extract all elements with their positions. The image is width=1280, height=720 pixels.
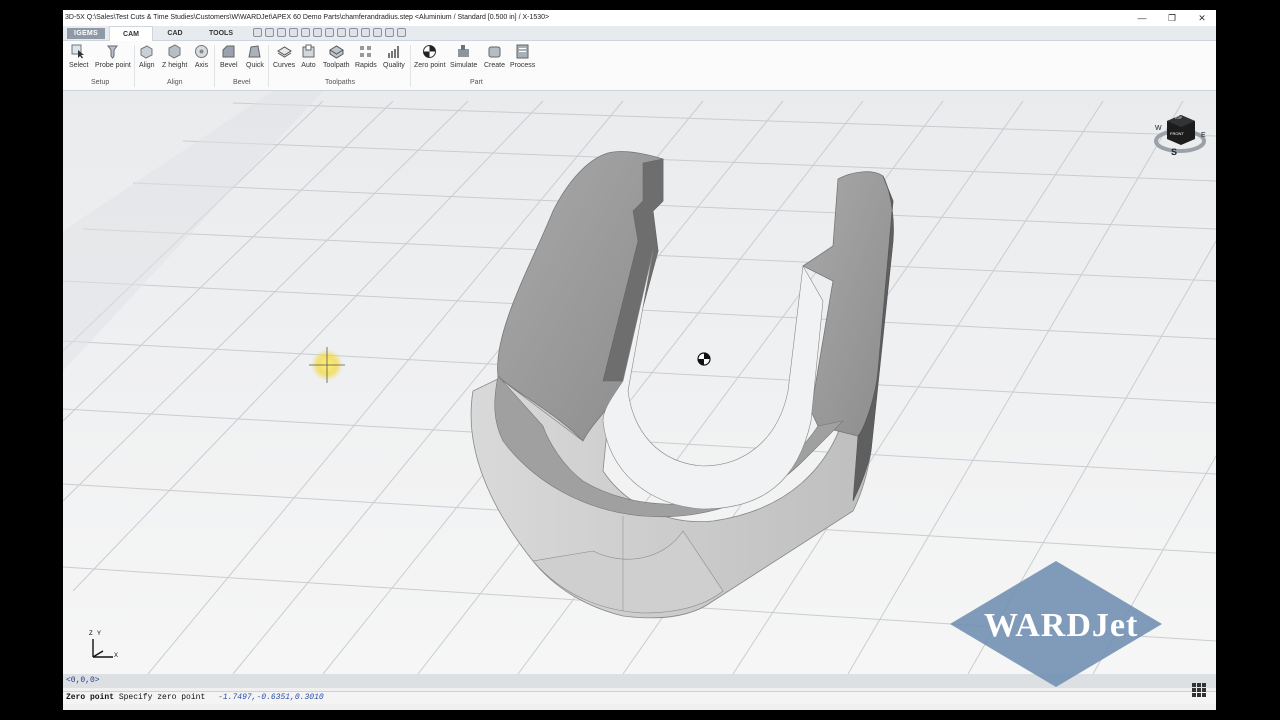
process-button[interactable]: Process — [510, 44, 535, 69]
toolpath-icon — [329, 44, 344, 59]
title-bar: 3D-5X Q:\Sales\Test Cuts & Time Studies\… — [63, 10, 1216, 26]
rapids-icon — [358, 44, 373, 59]
qat-measure-icon[interactable] — [349, 28, 358, 37]
auto-toolpath-icon — [301, 44, 316, 59]
quick-bevel-icon — [247, 44, 262, 59]
qat-view-front-icon[interactable] — [277, 28, 286, 37]
qat-redo-icon[interactable] — [397, 28, 406, 37]
axis-icon — [194, 44, 209, 59]
axis-y-label: Y — [97, 631, 102, 637]
ribbon-panel: Select Probe point Setup Align Z height — [63, 41, 1216, 91]
curves-icon — [276, 44, 292, 59]
command-line[interactable]: Zero point Specify zero point -1.7497,-0… — [63, 691, 1216, 704]
quality-icon — [386, 44, 401, 59]
command-coords: -1.7497,-0.6351,0.3010 — [218, 693, 324, 702]
auto-toolpath-button[interactable]: Auto — [301, 44, 316, 69]
probe-point-icon — [105, 44, 120, 59]
view-cube-front-label: FRONT — [1170, 131, 1184, 136]
rapids-button[interactable]: Rapids — [355, 44, 377, 69]
zero-point-marker — [697, 352, 711, 366]
qat-view-side-icon[interactable] — [289, 28, 298, 37]
igems-logo: IGEMS — [67, 28, 105, 39]
view-cube-west-label: W — [1155, 125, 1162, 132]
view-cube-south-label: S — [1171, 147, 1178, 157]
zero-point-button[interactable]: Zero point — [414, 44, 446, 69]
qat-zoom-icon[interactable] — [301, 28, 310, 37]
wardjet-brand-text: WARDJet — [984, 607, 1139, 644]
axis-triad: Z Y X — [85, 631, 125, 665]
probe-point-button[interactable]: Probe point — [95, 44, 131, 69]
ribbon-tab-row: IGEMS CAM CAD TOOLS — [63, 26, 1216, 42]
quick-access-toolbar — [253, 28, 406, 37]
group-label-align: Align — [167, 79, 183, 86]
group-label-toolpaths: Toolpaths — [325, 79, 355, 86]
select-button[interactable]: Select — [69, 44, 88, 69]
qat-undo-icon[interactable] — [325, 28, 334, 37]
tab-tools[interactable]: TOOLS — [197, 26, 245, 41]
wardjet-watermark-logo: WARDJet — [950, 561, 1162, 687]
quick-bevel-button[interactable]: Quick — [246, 44, 264, 69]
align-button[interactable]: Align — [139, 44, 155, 69]
qat-back-icon[interactable] — [385, 28, 394, 37]
group-label-bevel: Bevel — [233, 79, 251, 86]
qat-export-icon[interactable] — [361, 28, 370, 37]
bevel-button[interactable]: Bevel — [220, 44, 238, 69]
command-prompt: Specify zero point — [118, 693, 206, 702]
select-cursor-icon — [71, 44, 86, 59]
axis-x-label: X — [114, 653, 119, 659]
close-button[interactable]: ✕ — [1196, 10, 1208, 26]
restore-button[interactable]: ❐ — [1166, 10, 1178, 26]
grid-snap-icon[interactable] — [1192, 683, 1206, 697]
view-cube-east-label: E — [1201, 132, 1206, 139]
quality-button[interactable]: Quality — [383, 44, 405, 69]
qat-view-top-icon[interactable] — [265, 28, 274, 37]
tab-cam[interactable]: CAM — [109, 26, 153, 42]
z-height-icon — [167, 44, 182, 59]
coordinate-readout: <0,0,0> — [66, 676, 100, 685]
window-title: 3D-5X Q:\Sales\Test Cuts & Time Studies\… — [65, 14, 550, 21]
minimize-button[interactable]: — — [1136, 10, 1148, 26]
qat-import-icon[interactable] — [373, 28, 382, 37]
command-name: Zero point — [66, 693, 115, 702]
view-cube-top-label: TOP — [1174, 115, 1183, 120]
simulate-icon — [456, 44, 471, 59]
zero-point-icon — [422, 44, 437, 59]
qat-view-iso-icon[interactable] — [253, 28, 262, 37]
toolpath-button[interactable]: Toolpath — [323, 44, 349, 69]
view-cube[interactable]: TOP FRONT W E S — [1153, 107, 1209, 163]
curves-button[interactable]: Curves — [273, 44, 295, 69]
group-label-setup: Setup — [91, 79, 110, 86]
tab-cad[interactable]: CAD — [153, 26, 197, 41]
create-icon — [487, 44, 502, 59]
process-icon — [515, 44, 530, 59]
create-button[interactable]: Create — [484, 44, 505, 69]
simulate-button[interactable]: Simulate — [450, 44, 477, 69]
align-icon — [139, 44, 154, 59]
bevel-icon — [221, 44, 236, 59]
axis-button[interactable]: Axis — [194, 44, 209, 69]
axis-z-label: Z — [89, 631, 93, 637]
qat-layers-icon[interactable] — [337, 28, 346, 37]
group-label-part: Part — [470, 79, 483, 86]
z-height-button[interactable]: Z height — [162, 44, 187, 69]
qat-fit-icon[interactable] — [313, 28, 322, 37]
